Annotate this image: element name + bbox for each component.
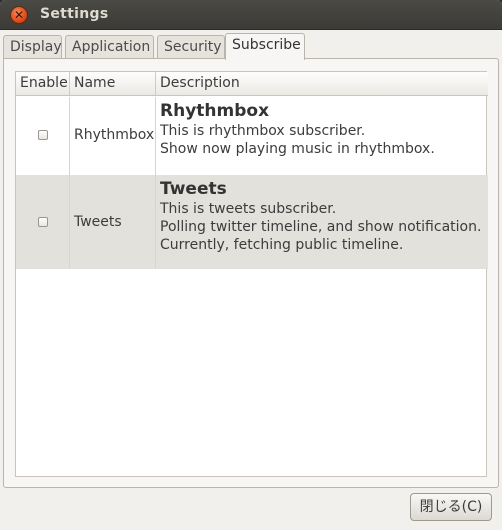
tab-display[interactable]: Display [3, 35, 62, 59]
table-row[interactable]: Tweets Tweets This is tweets subscriber.… [16, 175, 488, 269]
table-row[interactable]: Rhythmbox Rhythmbox This is rhythmbox su… [16, 97, 488, 175]
subscriber-name: Tweets [74, 214, 122, 230]
column-header-description[interactable]: Description [156, 72, 488, 96]
description-line: Polling twitter timeline, and show notif… [160, 219, 482, 235]
subscriber-name: Rhythmbox [74, 127, 155, 143]
tab-security[interactable]: Security [157, 35, 225, 59]
column-header-name[interactable]: Name [70, 72, 156, 96]
description-line: Currently, fetching public timeline. [160, 237, 404, 253]
description-cell: Tweets This is tweets subscriber. Pollin… [156, 175, 488, 269]
enable-cell [16, 97, 70, 175]
subscriber-title: Rhythmbox [160, 101, 270, 121]
tab-application[interactable]: Application [65, 35, 154, 59]
tab-subscribe[interactable]: Subscribe [225, 33, 305, 60]
subscriber-list: Enable Name Description Rhythmbox Rhythm… [15, 71, 488, 477]
list-header: Enable Name Description [16, 72, 488, 96]
close-button[interactable]: 閉じる(C) [410, 493, 492, 521]
name-cell: Tweets [70, 175, 156, 269]
enable-cell [16, 175, 70, 269]
enable-checkbox[interactable] [38, 217, 48, 227]
description-cell: Rhythmbox This is rhythmbox subscriber. … [156, 97, 488, 175]
window-title: Settings [40, 6, 109, 22]
subscribe-panel: Enable Name Description Rhythmbox Rhythm… [3, 58, 499, 488]
description-line: This is rhythmbox subscriber. [160, 123, 366, 139]
title-bar: ✕ Settings [0, 0, 502, 30]
column-header-enable[interactable]: Enable [16, 72, 70, 96]
window-close-icon[interactable]: ✕ [10, 6, 28, 24]
description-line: Show now playing music in rhythmbox. [160, 141, 435, 157]
settings-window: ✕ Settings Display Application Security … [0, 0, 502, 530]
description-line: This is tweets subscriber. [160, 201, 337, 217]
enable-checkbox[interactable] [38, 130, 48, 140]
name-cell: Rhythmbox [70, 97, 156, 175]
subscriber-title: Tweets [160, 179, 227, 199]
